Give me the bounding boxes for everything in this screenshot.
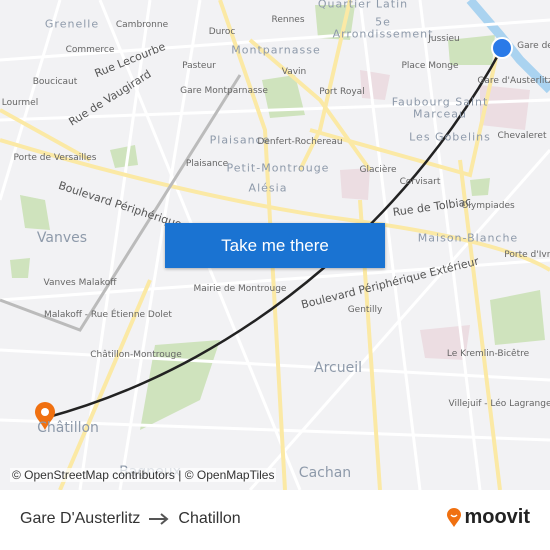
map-label: Arcueil: [314, 360, 362, 376]
map-label: Olympiades: [461, 201, 515, 211]
map-label: Grenelle: [44, 17, 100, 31]
map-label: Pasteur: [182, 61, 216, 71]
map-label: Les Gobelins: [409, 130, 491, 144]
map-label: Petit-Montrouge: [226, 161, 330, 175]
arrow-right-icon: [149, 513, 169, 525]
map-label: Boucicaut: [32, 77, 78, 87]
map-label: Maison-Blanche: [417, 231, 519, 245]
take-me-there-button[interactable]: Take me there: [165, 223, 385, 268]
map-label: Plaisance: [185, 159, 229, 169]
map-label: Alésia: [248, 181, 288, 195]
map-label: Gentilly: [347, 305, 383, 315]
map-label: Corvisart: [399, 177, 441, 187]
map-label: Porte d'Ivry: [504, 250, 550, 260]
map-label: Port Royal: [319, 87, 365, 97]
map-label: Vavin: [281, 67, 307, 77]
footer: Gare D'Austerlitz Chatillon moovit: [0, 490, 550, 550]
map-label: Cambronne: [115, 20, 169, 30]
map-label: Glacière: [359, 165, 397, 175]
map-label: Gare d'Austerlitz: [477, 76, 550, 86]
map-label: Porte de Versailles: [13, 153, 97, 163]
map-label: Cachan: [298, 465, 352, 481]
map-label: Denfert-Rochereau: [257, 137, 343, 147]
origin-name: Gare D'Austerlitz: [20, 510, 141, 527]
route-title: Gare D'Austerlitz Chatillon: [20, 510, 241, 528]
moovit-pin-icon: [447, 507, 462, 527]
map-label: Malakoff - Rue Étienne Dolet: [44, 310, 172, 320]
map-label: Châtillon-Montrouge: [90, 350, 182, 360]
map-label: Quartier Latin: [317, 0, 409, 11]
map-label: Rennes: [271, 15, 305, 25]
map-label: Chevaleret: [497, 131, 547, 141]
map-label: Montparnasse: [231, 43, 321, 57]
map-label: Marceau: [412, 107, 468, 121]
attribution[interactable]: © OpenStreetMap contributors | © OpenMap…: [10, 468, 277, 482]
brand-name: moovit: [464, 506, 530, 528]
map-label: Arrondissement: [332, 27, 434, 41]
map-label: Le Kremlin-Bicêtre: [446, 349, 530, 359]
moovit-logo: moovit: [446, 506, 530, 529]
origin-marker: [491, 37, 513, 59]
destination-name: Chatillon: [178, 510, 241, 527]
map-label: Vanves Malakoff: [43, 278, 117, 288]
map-label: Jussieu: [428, 34, 460, 44]
destination-label: Châtillon: [37, 420, 99, 436]
map-label: Villejuif - Léo Lagrange: [448, 399, 550, 409]
map-label: Gare Montparnasse: [180, 86, 268, 96]
map-label: Commerce: [65, 45, 115, 55]
map-label: Lourmel: [1, 98, 39, 108]
map-label: Vanves: [36, 230, 88, 246]
map-label: Mairie de Montrouge: [193, 284, 287, 294]
map-label: Place Monge: [401, 61, 459, 71]
map[interactable]: Grenelle Cambronne Commerce Rue Lecourbe Bou…: [0, 0, 550, 490]
map-label: Duroc: [208, 27, 236, 37]
map-label: Gare de: [517, 41, 550, 51]
